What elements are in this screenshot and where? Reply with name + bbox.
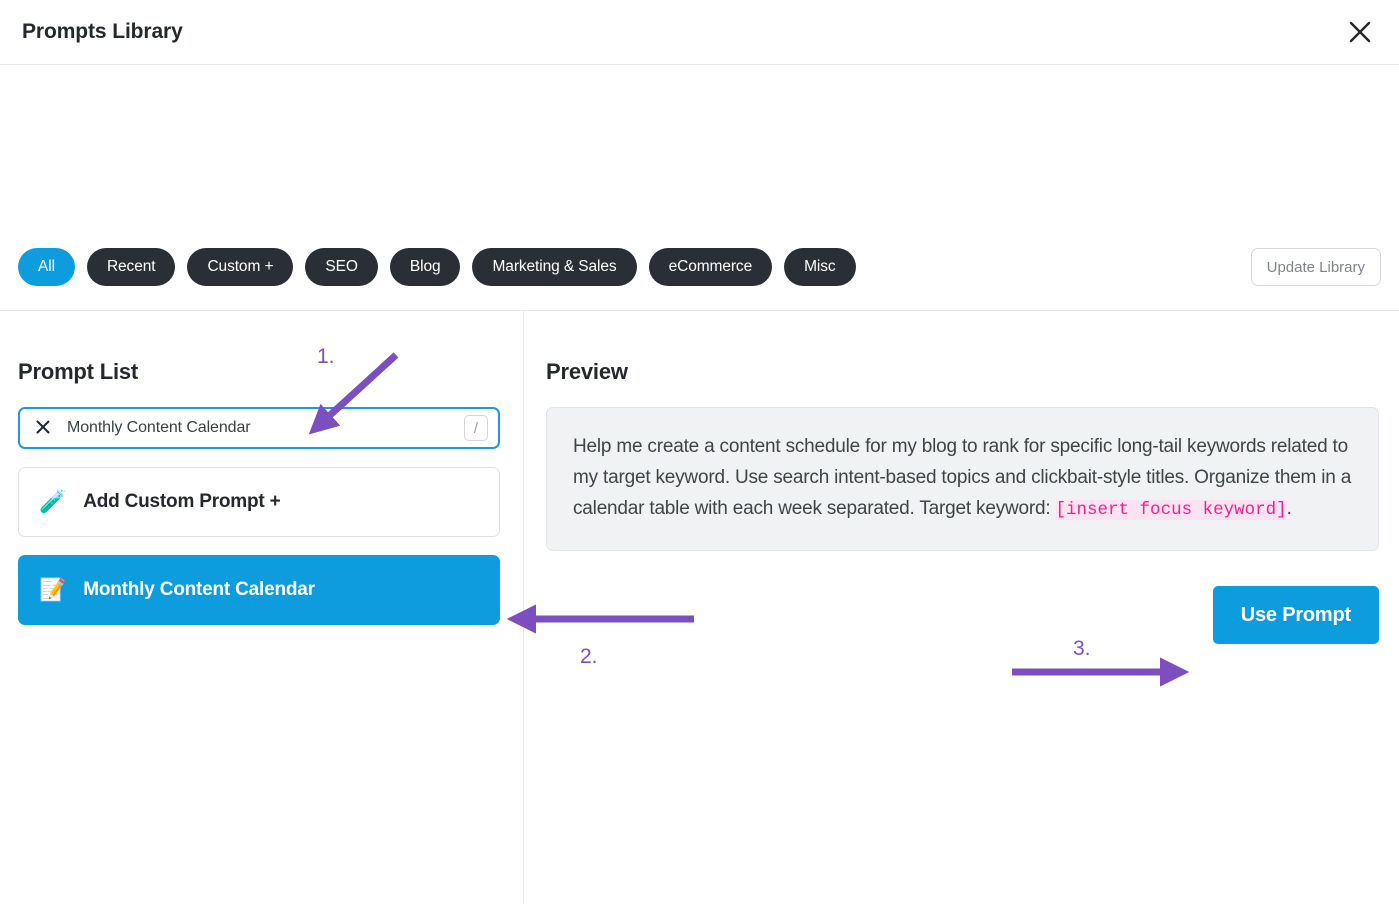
filter-pill-marketing-sales[interactable]: Marketing & Sales — [472, 248, 636, 286]
close-icon — [1347, 19, 1373, 45]
filter-pill-blog[interactable]: Blog — [390, 248, 461, 286]
preview-pane: Preview Help me create a content schedul… — [524, 311, 1399, 904]
list-item-add-custom-prompt[interactable]: 🧪 Add Custom Prompt + — [18, 467, 500, 537]
filter-pill-all[interactable]: All — [18, 248, 75, 286]
memo-icon: 📝 — [39, 579, 66, 601]
preview-heading: Preview — [546, 359, 1379, 385]
window-title: Prompts Library — [22, 20, 183, 44]
prompt-list-pane: Prompt List / 🧪 Add Custom Prompt + 📝 — [0, 311, 523, 904]
search-input[interactable] — [54, 419, 464, 437]
list-item-monthly-content-calendar[interactable]: 📝 Monthly Content Calendar — [18, 555, 500, 625]
search-clear-button[interactable] — [32, 417, 54, 439]
category-pill-row: All Recent Custom + SEO Blog Marketing &… — [18, 248, 856, 286]
filter-pill-misc[interactable]: Misc — [784, 248, 855, 286]
close-icon — [35, 419, 51, 438]
filter-pill-seo[interactable]: SEO — [305, 248, 377, 286]
prompt-search-box[interactable]: / — [18, 407, 500, 449]
filter-pill-custom[interactable]: Custom + — [187, 248, 293, 286]
main-content: Prompt List / 🧪 Add Custom Prompt + 📝 — [0, 310, 1399, 904]
preview-placeholder-token: [insert focus keyword] — [1056, 500, 1287, 520]
prompt-list-heading: Prompt List — [18, 359, 500, 385]
list-item-label: Add Custom Prompt + — [83, 491, 280, 513]
search-shortcut-badge: / — [464, 415, 488, 441]
filter-bar: All Recent Custom + SEO Blog Marketing &… — [0, 65, 1399, 310]
use-prompt-button[interactable]: Use Prompt — [1213, 586, 1379, 644]
preview-text-after: . — [1287, 498, 1292, 519]
window-titlebar: Prompts Library — [0, 0, 1399, 65]
close-button[interactable] — [1339, 11, 1381, 53]
filter-pill-recent[interactable]: Recent — [87, 248, 176, 286]
filter-pill-ecommerce[interactable]: eCommerce — [649, 248, 773, 286]
prompt-list: 🧪 Add Custom Prompt + 📝 Monthly Content … — [18, 467, 500, 625]
test-tube-icon: 🧪 — [39, 491, 66, 513]
list-item-label: Monthly Content Calendar — [83, 579, 315, 601]
update-library-button[interactable]: Update Library — [1251, 248, 1381, 286]
preview-text-box: Help me create a content schedule for my… — [546, 407, 1379, 551]
